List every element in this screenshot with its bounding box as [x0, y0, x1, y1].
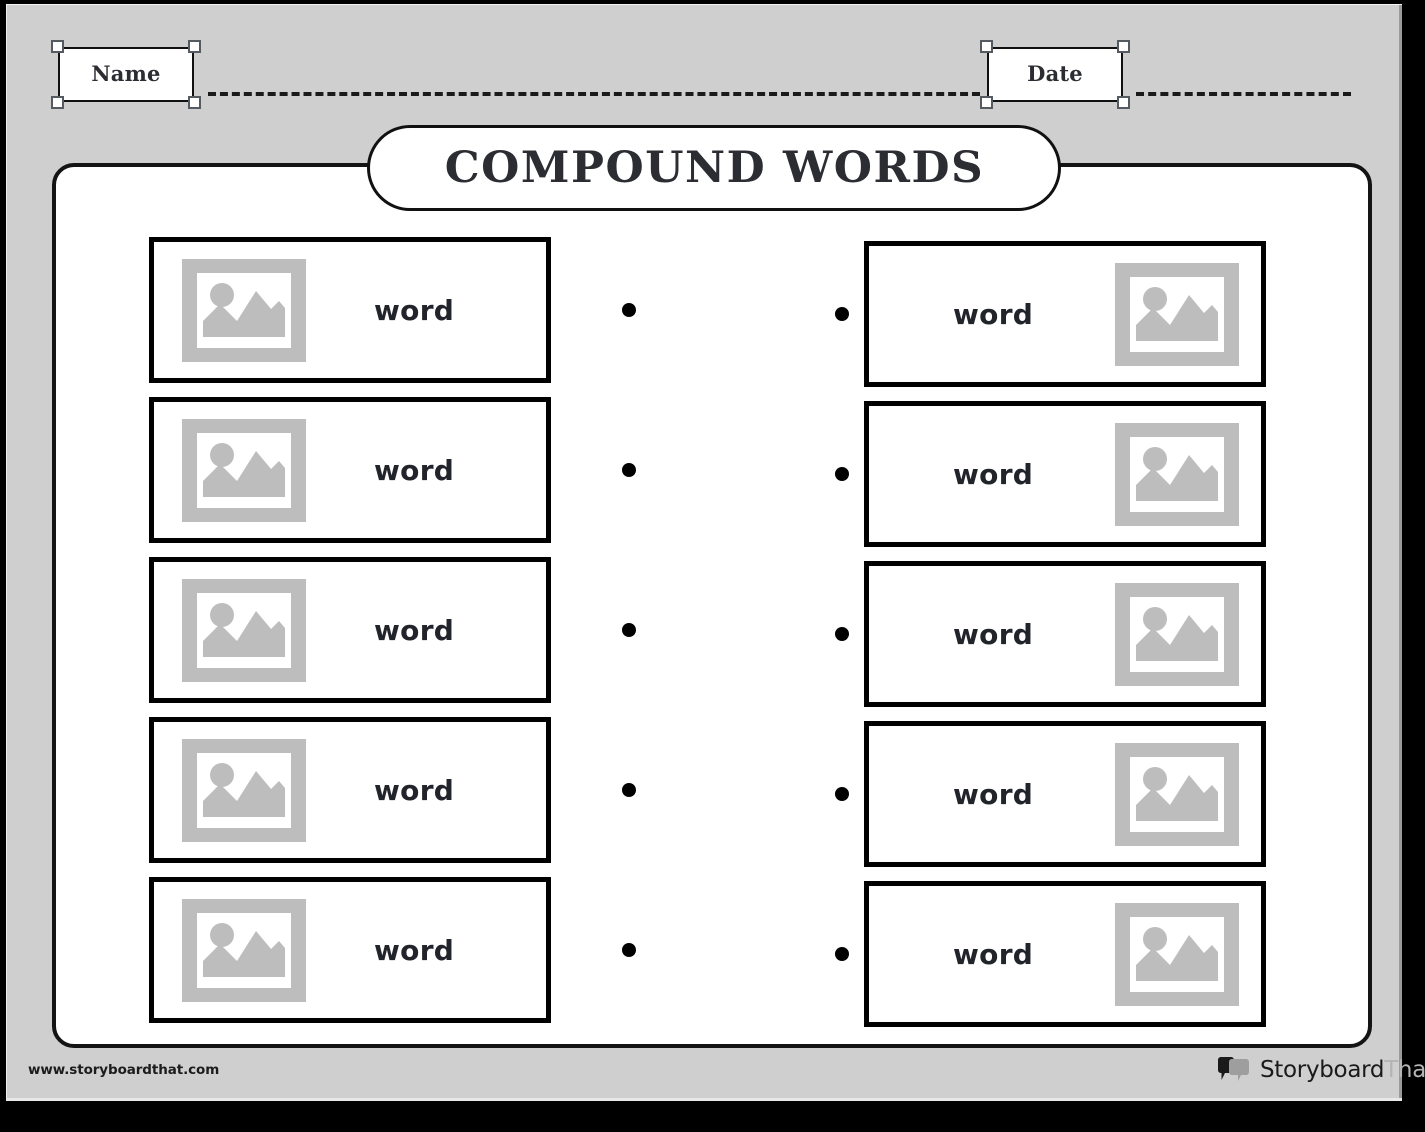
- connector-dot-left[interactable]: [622, 463, 636, 477]
- worksheet-row: word word: [52, 557, 1372, 707]
- worksheet-row: word word: [52, 877, 1372, 1027]
- worksheet-row: word word: [52, 397, 1372, 547]
- brand-name: Storyboard: [1260, 1056, 1385, 1083]
- word-label: word: [953, 457, 1034, 491]
- worksheet-row: word word: [52, 717, 1372, 867]
- sheet-edge-shadow: [1399, 5, 1402, 1098]
- name-field[interactable]: Name: [51, 40, 201, 109]
- word-label: word: [374, 933, 455, 967]
- word-label: word: [953, 777, 1034, 811]
- speech-bubbles-icon: [1218, 1057, 1249, 1081]
- connector-dot-right[interactable]: [835, 307, 849, 321]
- image-placeholder-icon: [182, 418, 306, 522]
- word-card-right[interactable]: word: [864, 561, 1266, 707]
- word-label: word: [374, 453, 455, 487]
- image-placeholder-icon: [182, 578, 306, 682]
- image-placeholder-icon: [1115, 582, 1240, 686]
- image-placeholder-icon: [182, 258, 306, 362]
- image-placeholder-icon: [1115, 742, 1240, 846]
- connector-dot-right[interactable]: [835, 947, 849, 961]
- selection-handle-bottom-right[interactable]: [1117, 96, 1130, 109]
- connector-dot-left[interactable]: [622, 303, 636, 317]
- word-label: word: [374, 293, 455, 327]
- word-label: word: [953, 937, 1034, 971]
- selection-handle-bottom-left[interactable]: [980, 96, 993, 109]
- selection-handle-top-left[interactable]: [51, 40, 64, 53]
- brand-suffix: That: [1384, 1056, 1425, 1083]
- storyboardthat-logo[interactable]: Storyboard That: [1216, 1055, 1425, 1085]
- word-card-left[interactable]: word: [149, 877, 551, 1023]
- word-label: word: [374, 773, 455, 807]
- word-label: word: [953, 297, 1034, 331]
- date-field-label: Date: [1027, 61, 1083, 86]
- word-card-left[interactable]: word: [149, 717, 551, 863]
- word-card-right[interactable]: word: [864, 721, 1266, 867]
- image-placeholder-icon: [1115, 262, 1240, 366]
- compound-words-grid: word word word word word word word word …: [52, 163, 1372, 1048]
- image-placeholder-icon: [1115, 902, 1240, 1006]
- word-card-right[interactable]: word: [864, 401, 1266, 547]
- page-title-text: COMPOUND WORDS: [444, 142, 984, 193]
- word-card-left[interactable]: word: [149, 557, 551, 703]
- connector-dot-left[interactable]: [622, 623, 636, 637]
- connector-dot-right[interactable]: [835, 787, 849, 801]
- name-field-label: Name: [91, 61, 161, 86]
- image-placeholder-icon: [1115, 422, 1240, 526]
- word-card-right[interactable]: word: [864, 881, 1266, 1027]
- image-placeholder-icon: [182, 898, 306, 1002]
- word-label: word: [374, 613, 455, 647]
- date-write-line[interactable]: [1136, 92, 1351, 96]
- image-placeholder-icon: [182, 738, 306, 842]
- sheet-bottom-rule: [6, 1098, 1402, 1101]
- date-field[interactable]: Date: [980, 40, 1130, 109]
- connector-dot-right[interactable]: [835, 467, 849, 481]
- connector-dot-right[interactable]: [835, 627, 849, 641]
- selection-handle-bottom-left[interactable]: [51, 96, 64, 109]
- name-write-line[interactable]: [208, 92, 980, 96]
- word-card-left[interactable]: word: [149, 237, 551, 383]
- connector-dot-left[interactable]: [622, 943, 636, 957]
- selection-handle-bottom-right[interactable]: [188, 96, 201, 109]
- selection-handle-top-left[interactable]: [980, 40, 993, 53]
- word-label: word: [953, 617, 1034, 651]
- word-card-right[interactable]: word: [864, 241, 1266, 387]
- date-field-box[interactable]: Date: [987, 47, 1123, 102]
- worksheet-page: Name Date COMPOUND WORDS word word word …: [0, 0, 1425, 1132]
- page-title: COMPOUND WORDS: [367, 125, 1061, 211]
- footer-url[interactable]: www.storyboardthat.com: [28, 1062, 219, 1078]
- connector-dot-left[interactable]: [622, 783, 636, 797]
- selection-handle-top-right[interactable]: [188, 40, 201, 53]
- name-field-box[interactable]: Name: [58, 47, 194, 102]
- worksheet-row: word word: [52, 237, 1372, 387]
- word-card-left[interactable]: word: [149, 397, 551, 543]
- selection-handle-top-right[interactable]: [1117, 40, 1130, 53]
